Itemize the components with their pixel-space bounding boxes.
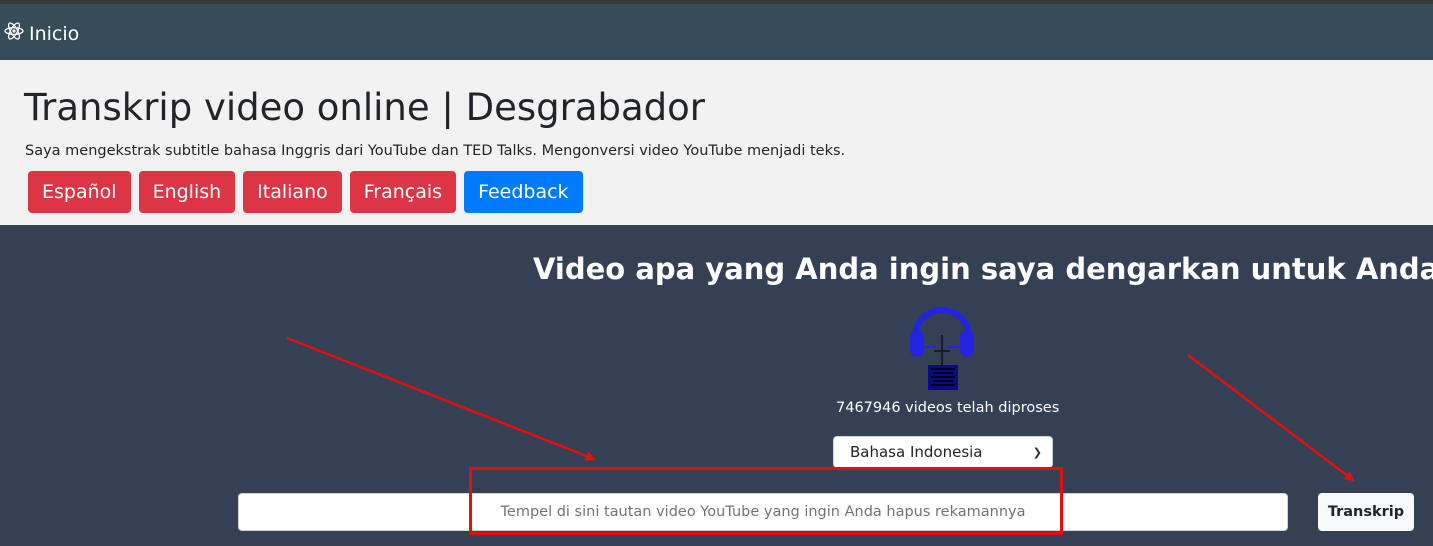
page-title: Transkrip video online | Desgrabador (24, 86, 706, 129)
language-button-english[interactable]: English (138, 171, 236, 213)
language-select[interactable]: Bahasa Indonesia ❯ (833, 436, 1053, 468)
language-select-value: Bahasa Indonesia (850, 443, 983, 461)
navbar: Inicio (0, 4, 1433, 60)
hero-section: Transkrip video online | Desgrabador Say… (0, 60, 1433, 225)
video-url-input[interactable] (238, 493, 1288, 531)
language-buttons: Español English Italiano Français Feedba… (28, 171, 591, 213)
language-button-french[interactable]: Français (349, 171, 457, 213)
feedback-button[interactable]: Feedback (464, 171, 583, 213)
brand-link[interactable]: Inicio (4, 21, 79, 46)
atom-icon (4, 21, 29, 46)
annotation-arrow-right (1187, 354, 1355, 482)
brand-label: Inicio (29, 22, 80, 45)
main-question: Video apa yang Anda ingin saya dengarkan… (533, 252, 1433, 286)
language-button-italian[interactable]: Italiano (243, 171, 342, 213)
transcribe-button[interactable]: Transkrip (1318, 493, 1414, 531)
processed-count: 7467946 videos telah diproses (836, 400, 1060, 416)
chevron-down-icon: ❯ (1032, 445, 1042, 459)
annotation-arrow-left (286, 336, 596, 461)
language-button-spanish[interactable]: Español (28, 171, 131, 213)
page-subtitle: Saya mengekstrak subtitle bahasa Inggris… (25, 143, 846, 159)
headphones-icon (906, 297, 978, 393)
